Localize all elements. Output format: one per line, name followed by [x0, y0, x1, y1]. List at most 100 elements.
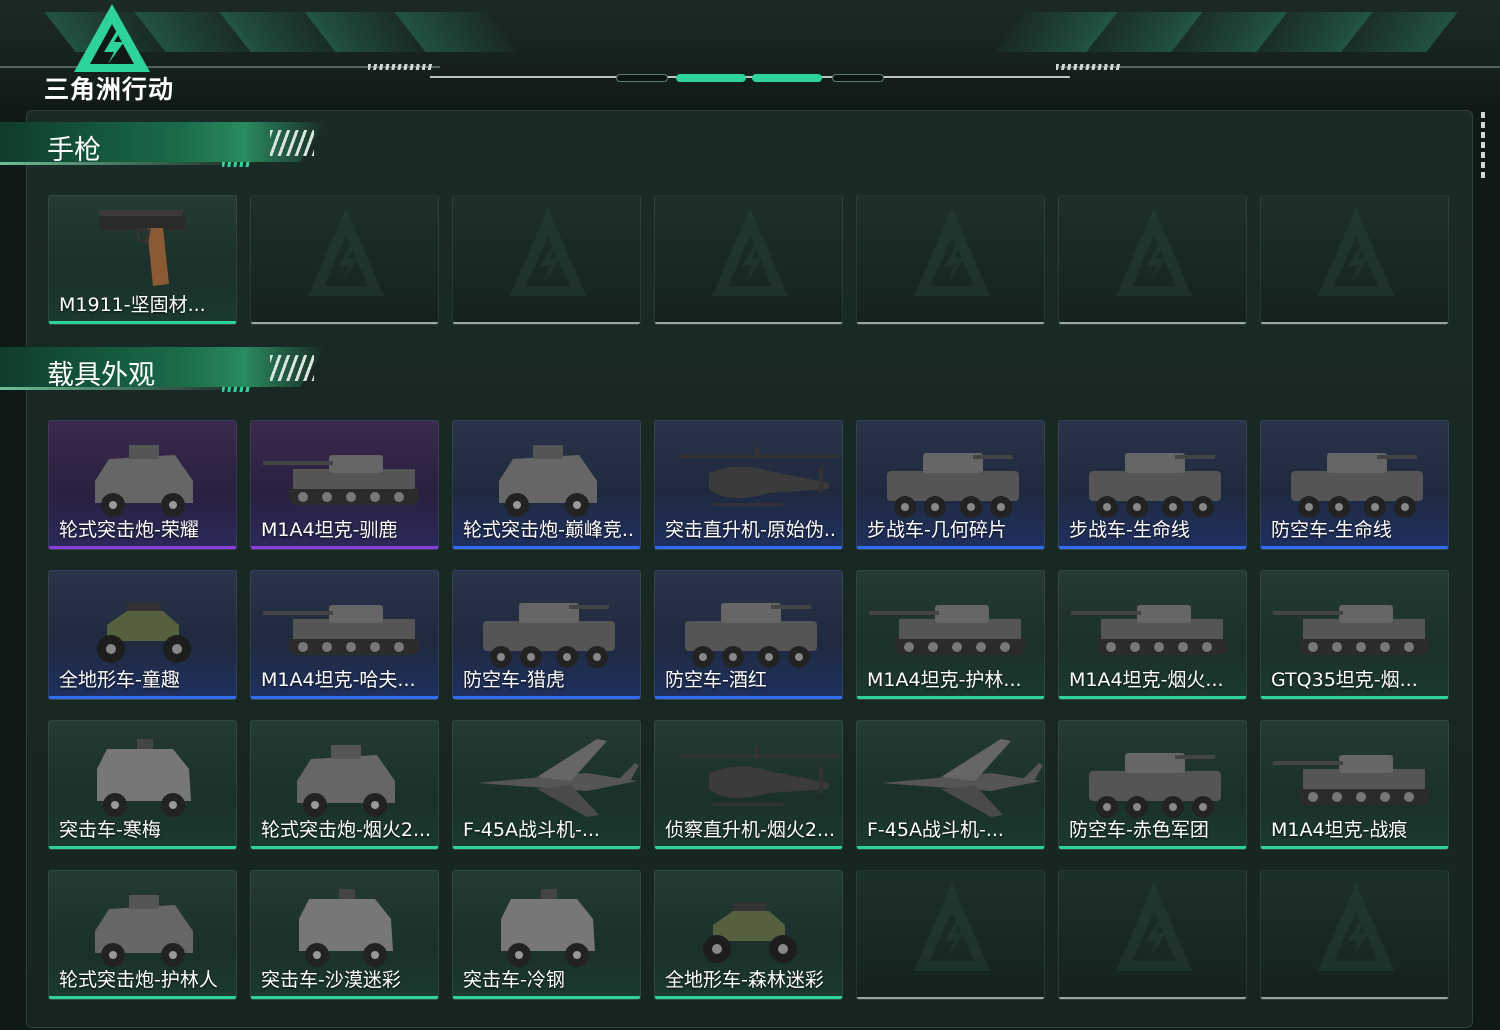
- skin-card[interactable]: F-45A战斗机-...: [452, 720, 641, 850]
- header-pill-active: [676, 74, 746, 82]
- skin-card[interactable]: 轮式突击炮-烟火2...: [250, 720, 439, 850]
- slot-bar: [1059, 997, 1246, 999]
- rarity-bar: [49, 996, 236, 999]
- skin-card[interactable]: 突击车-沙漠迷彩: [250, 870, 439, 1000]
- skin-card[interactable]: 步战车-几何碎片: [856, 420, 1045, 550]
- skin-card[interactable]: M1A4坦克-护林...: [856, 570, 1045, 700]
- skin-label: M1A4坦克-哈夫...: [261, 669, 416, 691]
- assault-car-icon: [97, 739, 191, 817]
- rarity-bar: [655, 696, 842, 699]
- rarity-bar: [49, 846, 236, 849]
- helicopter-icon: [679, 447, 839, 506]
- rarity-bar: [1261, 846, 1448, 849]
- empty-slot: [1260, 870, 1449, 1000]
- skin-label: M1A4坦克-烟火...: [1069, 669, 1224, 691]
- atv-icon: [703, 903, 797, 963]
- assault-car-icon: [299, 889, 393, 967]
- skin-card[interactable]: M1A4坦克-驯鹿: [250, 420, 439, 550]
- skin-label: 步战车-生命线: [1069, 519, 1190, 541]
- skin-label: M1A4坦克-战痕: [1271, 819, 1408, 841]
- skin-card[interactable]: GTQ35坦克-烟...: [1260, 570, 1449, 700]
- jet-icon: [477, 739, 639, 817]
- skin-label: 突击车-沙漠迷彩: [261, 969, 401, 991]
- delta-watermark-icon: [510, 208, 586, 296]
- skin-label: 轮式突击炮-荣耀: [59, 519, 199, 541]
- skin-card[interactable]: 全地形车-童趣: [48, 570, 237, 700]
- empty-slot: [856, 195, 1045, 325]
- slot-bar: [857, 322, 1044, 324]
- tank-icon: [1273, 755, 1429, 805]
- skin-card[interactable]: 突击车-冷钢: [452, 870, 641, 1000]
- rarity-bar: [453, 846, 640, 849]
- skin-card[interactable]: 轮式突击炮-荣耀: [48, 420, 237, 550]
- skin-label: 防空车-酒红: [665, 669, 767, 691]
- skin-label: 步战车-几何碎片: [867, 519, 1007, 541]
- skin-card[interactable]: M1911-坚固材...: [48, 195, 237, 325]
- rarity-bar: [453, 546, 640, 549]
- armored-car-icon: [95, 445, 193, 517]
- delta-watermark-icon: [1318, 883, 1394, 971]
- ifv-icon: [1089, 753, 1221, 818]
- section-header-vehicle-skins: 载具外观: [0, 347, 330, 399]
- rarity-bar: [251, 846, 438, 849]
- scrollbar[interactable]: [1481, 112, 1485, 178]
- jet-icon: [881, 739, 1043, 817]
- slot-bar: [1261, 997, 1448, 999]
- rarity-bar: [251, 996, 438, 999]
- skin-label: 侦察直升机-烟火2...: [665, 819, 836, 841]
- skin-card[interactable]: M1A4坦克-战痕: [1260, 720, 1449, 850]
- slot-bar: [1059, 322, 1246, 324]
- delta-watermark-icon: [308, 208, 384, 296]
- rarity-bar: [857, 846, 1044, 849]
- skin-card[interactable]: F-45A战斗机-...: [856, 720, 1045, 850]
- skin-card[interactable]: 轮式突击炮-巅峰竞...: [452, 420, 641, 550]
- delta-logo-icon: [74, 4, 150, 72]
- empty-slot: [452, 195, 641, 325]
- skin-card[interactable]: 轮式突击炮-护林人: [48, 870, 237, 1000]
- skin-label: 防空车-生命线: [1271, 519, 1392, 541]
- skin-label: M1A4坦克-护林...: [867, 669, 1022, 691]
- rarity-bar: [1059, 696, 1246, 699]
- delta-watermark-icon: [914, 883, 990, 971]
- armored-car-icon: [297, 745, 395, 817]
- skin-card[interactable]: 步战车-生命线: [1058, 420, 1247, 550]
- empty-slot: [1058, 870, 1247, 1000]
- skin-card[interactable]: 防空车-猎虎: [452, 570, 641, 700]
- skin-card[interactable]: 突击直升机-原始伪...: [654, 420, 843, 550]
- skin-label: F-45A战斗机-...: [867, 819, 1004, 841]
- skin-card[interactable]: M1A4坦克-哈夫...: [250, 570, 439, 700]
- skin-card[interactable]: 突击车-寒梅: [48, 720, 237, 850]
- header-pill: [616, 74, 668, 82]
- empty-slot: [856, 870, 1045, 1000]
- ifv-icon: [483, 603, 615, 668]
- skin-card[interactable]: 防空车-赤色军团: [1058, 720, 1247, 850]
- skin-label: F-45A战斗机-...: [463, 819, 600, 841]
- tank-icon: [263, 455, 419, 505]
- ifv-icon: [1291, 453, 1423, 518]
- top-header: 三角洲行动: [0, 0, 1500, 110]
- skin-card[interactable]: 侦察直升机-烟火2...: [654, 720, 843, 850]
- rarity-bar: [251, 696, 438, 699]
- delta-watermark-icon: [1116, 883, 1192, 971]
- skin-label: 轮式突击炮-护林人: [59, 969, 218, 991]
- assault-car-icon: [501, 889, 595, 967]
- delta-watermark-icon: [914, 208, 990, 296]
- armored-car-icon: [95, 895, 193, 967]
- skin-label: M1911-坚固材...: [59, 294, 206, 316]
- skin-card[interactable]: 全地形车-森林迷彩: [654, 870, 843, 1000]
- rarity-bar: [857, 546, 1044, 549]
- skin-label: 全地形车-童趣: [59, 669, 180, 691]
- delta-watermark-icon: [1318, 208, 1394, 296]
- skin-card[interactable]: 防空车-酒红: [654, 570, 843, 700]
- slot-bar: [857, 997, 1044, 999]
- slot-bar: [1261, 322, 1448, 324]
- slot-bar: [251, 322, 438, 324]
- rarity-bar: [655, 846, 842, 849]
- tank-icon: [869, 605, 1025, 655]
- skin-card[interactable]: 防空车-生命线: [1260, 420, 1449, 550]
- rarity-bar: [49, 546, 236, 549]
- skin-card[interactable]: M1A4坦克-烟火...: [1058, 570, 1247, 700]
- delta-watermark-icon: [712, 208, 788, 296]
- skin-label: 防空车-猎虎: [463, 669, 565, 691]
- pistol-icon: [99, 210, 185, 286]
